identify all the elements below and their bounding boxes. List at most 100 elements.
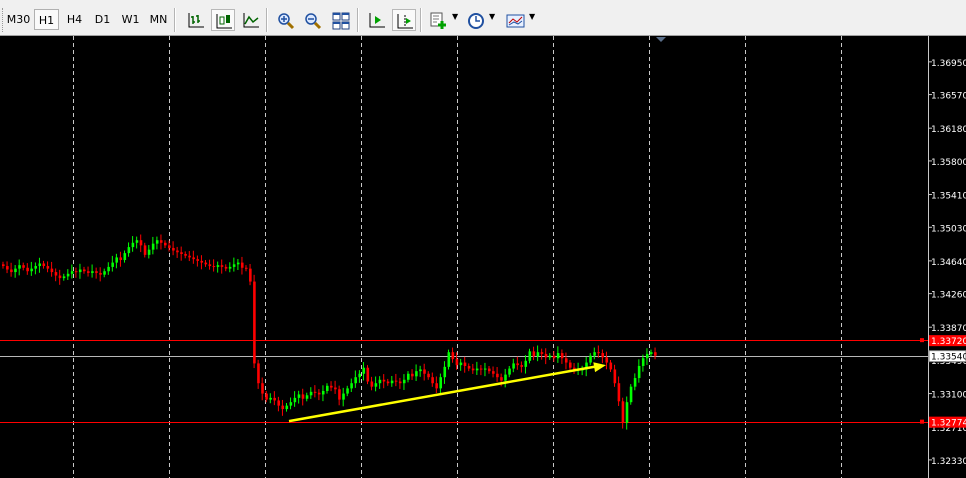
price-chart[interactable]: 1.36950 1.36570 1.36180 1.35800 1.35410 1.350…: [0, 36, 966, 478]
candle-body: [496, 373, 499, 378]
candle-body: [613, 369, 617, 384]
chart-toolbar: M30 H1 H4 D1 W1 MN ▼ ▼ ▼: [0, 0, 966, 36]
price-tick-label: 1.36950: [931, 59, 966, 69]
candle-body: [111, 262, 114, 267]
candle-body: [38, 263, 42, 267]
candle-body: [78, 269, 82, 273]
candle-body: [2, 264, 5, 267]
timeframe-mn-button[interactable]: MN: [146, 9, 171, 30]
candle-body: [269, 397, 272, 400]
level-anchor-handle[interactable]: [920, 338, 924, 343]
indicators-icon: [430, 12, 446, 29]
candle-body: [172, 247, 175, 251]
level-anchor-handle[interactable]: [920, 419, 924, 424]
candle-body: [390, 380, 394, 384]
candle-body: [301, 394, 305, 399]
candle-body: [228, 266, 232, 269]
chart-shift-button[interactable]: [392, 9, 416, 31]
candle-body: [326, 385, 329, 391]
candle-body: [192, 257, 195, 260]
trendline-arrowhead: [593, 362, 606, 373]
candle-body: [552, 355, 556, 359]
candle-body: [208, 264, 212, 267]
candle-body: [654, 352, 657, 356]
candle-body: [625, 402, 629, 423]
candle-body: [455, 359, 459, 366]
timeframe-m30-button[interactable]: M30: [6, 9, 31, 30]
candle-body: [127, 247, 131, 254]
timeframe-h4-button[interactable]: H4: [62, 9, 87, 30]
candle-body: [536, 352, 540, 357]
candle-body: [411, 373, 414, 377]
candle-body: [309, 391, 313, 396]
line-chart-button[interactable]: [239, 9, 263, 31]
chevron-down-icon[interactable]: ▼: [452, 12, 458, 21]
candle-body: [240, 262, 244, 268]
candle-body: [184, 253, 187, 256]
candle-body: [83, 269, 86, 272]
candle-body: [281, 405, 285, 410]
candle-body: [350, 383, 353, 389]
candle-body: [516, 363, 519, 366]
candle-body: [200, 260, 204, 263]
level-price-label: 1.33720: [931, 337, 966, 347]
candle-body: [633, 378, 637, 387]
timeframe-w1-button[interactable]: W1: [118, 9, 143, 30]
candle-body: [346, 388, 349, 394]
candle-body: [330, 385, 333, 388]
candle-body: [597, 352, 600, 354]
candle-body: [176, 250, 179, 253]
candle-body: [123, 253, 127, 261]
chevron-down-icon[interactable]: ▼: [489, 12, 495, 21]
candle-body: [46, 266, 50, 269]
tile-windows-icon: [332, 12, 350, 30]
candle-body: [431, 377, 434, 384]
candlestick-chart-button[interactable]: [211, 9, 235, 31]
candle-body: [435, 383, 438, 389]
candle-body: [87, 271, 90, 273]
candle-body: [293, 397, 297, 403]
auto-scroll-button[interactable]: [365, 9, 389, 31]
price-tick-label: 1.35800: [931, 158, 966, 168]
price-tick-label: 1.33100: [931, 391, 966, 401]
candle-body: [164, 242, 167, 246]
candle-body: [50, 268, 54, 273]
level-price-label: 1.32774: [931, 419, 966, 429]
candle-body: [560, 353, 564, 359]
candle-body: [528, 351, 532, 361]
candle-body: [398, 381, 402, 384]
candle-body: [232, 264, 236, 267]
candle-body: [91, 271, 94, 273]
templates-icon: [506, 14, 525, 28]
candle-body: [386, 381, 390, 384]
templates-button[interactable]: [503, 9, 527, 31]
candle-body: [139, 240, 143, 246]
candle-body: [212, 266, 216, 268]
indicators-button[interactable]: [427, 9, 451, 31]
candle-body: [131, 242, 135, 248]
candle-body: [204, 262, 208, 265]
timeframe-d1-button[interactable]: D1: [90, 9, 115, 30]
tile-windows-button[interactable]: [329, 9, 353, 31]
candle-body: [419, 369, 422, 372]
chart-shift-marker[interactable]: [656, 37, 666, 42]
candle-body: [524, 360, 528, 367]
candle-body: [601, 353, 604, 358]
candle-body: [26, 267, 29, 272]
price-tick-label: 1.32330: [931, 457, 966, 467]
candle-body: [645, 353, 649, 359]
chevron-down-icon[interactable]: ▼: [529, 12, 535, 21]
zoom-out-button[interactable]: [301, 9, 325, 31]
candle-body: [74, 271, 78, 273]
candle-body: [273, 397, 276, 401]
zoom-in-button[interactable]: [274, 9, 298, 31]
bar-chart-button[interactable]: [184, 9, 208, 31]
candle-body: [621, 401, 625, 423]
candle-body: [443, 366, 447, 378]
candle-body: [265, 393, 268, 400]
candle-body: [119, 257, 123, 261]
timeframe-h1-button[interactable]: H1: [34, 9, 59, 30]
periods-button[interactable]: [464, 9, 488, 31]
price-tick-label: 1.36570: [931, 92, 966, 102]
candle-body: [629, 386, 633, 403]
